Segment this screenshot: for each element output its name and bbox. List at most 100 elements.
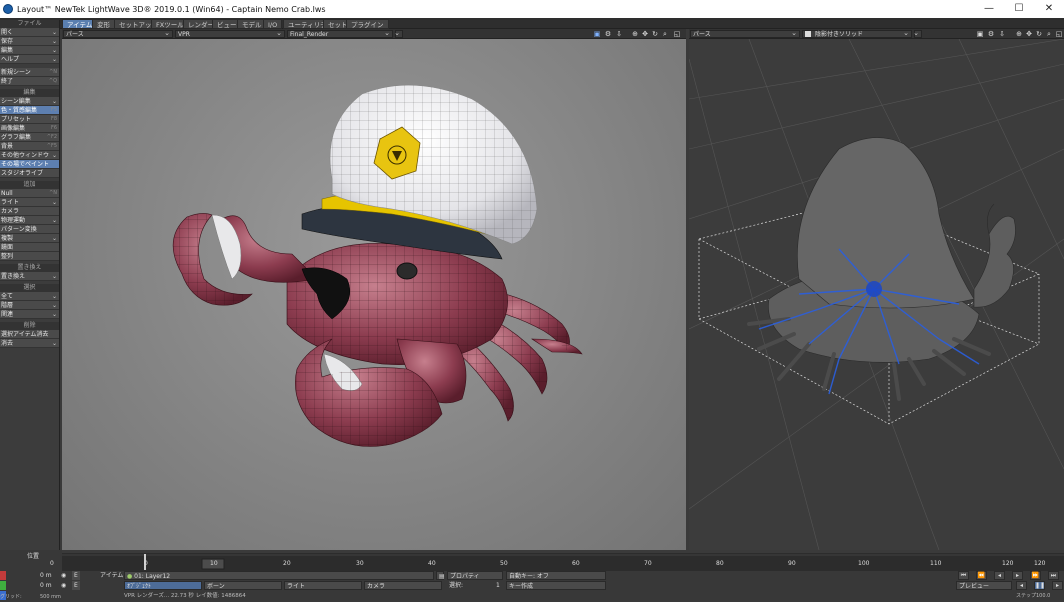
- viewport1-view-select[interactable]: パース: [63, 29, 173, 38]
- viewport2-extra-select[interactable]: [913, 29, 922, 38]
- edit-label: 編集: [1, 47, 14, 54]
- grid-size-value: 500 mm: [40, 594, 61, 600]
- help-button[interactable]: ヘルプ ⌄: [0, 55, 59, 64]
- paint-in-place-button[interactable]: その場でペイント: [0, 160, 59, 169]
- maximize-viewport-icon[interactable]: ◱: [1055, 30, 1063, 38]
- save-label: 保存: [1, 38, 14, 45]
- surface-editor-button[interactable]: 色・質感編集 F5: [0, 106, 59, 115]
- tab-modify[interactable]: 変形: [92, 19, 115, 29]
- surface-editor-label: 色・質感編集: [1, 107, 38, 114]
- viewport-vpr-render[interactable]: [62, 39, 686, 550]
- dynamics-button[interactable]: 物理運動 ⌄: [0, 216, 59, 225]
- maximize-viewport-icon[interactable]: ◱: [673, 30, 681, 38]
- other-windows-button[interactable]: その他ウィンドウ ⌄: [0, 151, 59, 160]
- create-key-button[interactable]: キー作成: [506, 581, 606, 590]
- select-related-button[interactable]: 関連 ⌄: [0, 310, 59, 319]
- clear-button[interactable]: 消去 ⌄: [0, 339, 59, 348]
- save-render-icon[interactable]: ⇩: [615, 30, 623, 38]
- camera-view-icon[interactable]: ▣: [976, 30, 984, 38]
- settings-gear-icon[interactable]: ⚙: [604, 30, 612, 38]
- pause-button[interactable]: ❚❚: [1034, 581, 1045, 590]
- envelope-e-button[interactable]: E: [72, 571, 80, 580]
- open-button[interactable]: 開く ⌄: [0, 28, 59, 37]
- timeline-slider[interactable]: 0 10 20 30 40 50 60 70 80 90 100 110 120…: [62, 553, 1064, 571]
- tab-io[interactable]: I/O: [263, 19, 283, 29]
- eye-icon[interactable]: ◉: [61, 581, 66, 590]
- y-axis-swatch: [0, 581, 6, 590]
- close-button[interactable]: ✕: [1034, 0, 1064, 18]
- envelope-e-button[interactable]: E: [72, 581, 80, 590]
- studio-live-button[interactable]: スタジオライブ: [0, 169, 59, 178]
- minimize-button[interactable]: —: [974, 0, 1004, 18]
- zoom-icon[interactable]: ⌕: [661, 30, 669, 38]
- pattern-convert-button[interactable]: パターン変換: [0, 225, 59, 234]
- render-preset-extra-select[interactable]: [394, 29, 403, 38]
- zoom-icon[interactable]: ⌕: [1045, 30, 1053, 38]
- maximize-button[interactable]: ☐: [1004, 0, 1034, 18]
- new-scene-button[interactable]: 新規シーン ^N: [0, 68, 59, 77]
- quit-button[interactable]: 終了 ^Q: [0, 77, 59, 86]
- select-all-button[interactable]: 全て ⌄: [0, 292, 59, 301]
- chevron-down-icon: ⌄: [51, 199, 57, 206]
- save-view-icon[interactable]: ⇩: [998, 30, 1006, 38]
- chevron-down-icon: ⌄: [51, 98, 57, 105]
- scene-editor-button[interactable]: シーン編集 ⌄: [0, 97, 59, 106]
- x-position-value[interactable]: 0 m: [40, 571, 52, 580]
- center-icon[interactable]: ⊕: [631, 30, 639, 38]
- center-icon[interactable]: ⊕: [1015, 30, 1023, 38]
- tab-plugins[interactable]: プラグイン: [346, 19, 389, 29]
- viewport1-mode-select[interactable]: VPR: [175, 29, 285, 38]
- select-hierarchy-button[interactable]: 階層 ⌄: [0, 301, 59, 310]
- studio-live-label: スタジオライブ: [1, 170, 44, 177]
- settings-gear-icon[interactable]: ⚙: [987, 30, 995, 38]
- backdrop-button[interactable]: 背景 ^F5: [0, 142, 59, 151]
- step-back-button[interactable]: ◂: [1016, 581, 1027, 590]
- add-null-button[interactable]: Null ^N: [0, 189, 59, 198]
- item-label: アイテム: [100, 572, 124, 579]
- image-editor-button[interactable]: 画像編集 F6: [0, 124, 59, 133]
- step-forward-button[interactable]: ▸: [1052, 581, 1063, 590]
- eye-icon[interactable]: ◉: [61, 571, 66, 580]
- objects-mode-button[interactable]: ｵﾌﾞｼﾞｪｸﾄ: [124, 581, 202, 590]
- prev-frame-button[interactable]: ◂: [994, 571, 1005, 580]
- presets-button[interactable]: プリセット F8: [0, 115, 59, 124]
- shortcut-label: ^N: [49, 190, 57, 196]
- backdrop-label: 背景: [1, 143, 14, 150]
- current-frame-value[interactable]: 0: [50, 560, 54, 567]
- next-key-button[interactable]: ⏩: [1030, 571, 1041, 580]
- current-item-select[interactable]: ● 01: Layer12: [124, 571, 434, 580]
- mirror-button[interactable]: 鏡面: [0, 243, 59, 252]
- rotate-view-icon[interactable]: ↻: [651, 30, 659, 38]
- align-button[interactable]: 整列: [0, 252, 59, 261]
- move-view-icon[interactable]: ✥: [641, 30, 649, 38]
- chevron-down-icon: ⌄: [51, 152, 57, 159]
- edit-menu-button[interactable]: 編集 ⌄: [0, 46, 59, 55]
- prev-key-button[interactable]: ⏪: [976, 571, 987, 580]
- clear-selected-button[interactable]: 選択アイテム消去: [0, 330, 59, 339]
- replace-button[interactable]: 置き換え ⌄: [0, 272, 59, 281]
- render-preset-select[interactable]: Final_Render: [287, 29, 393, 38]
- graph-editor-button[interactable]: グラフ編集 ^F2: [0, 133, 59, 142]
- preview-select[interactable]: プレビュー: [956, 581, 1012, 590]
- vpr-lock-icon[interactable]: ▣: [593, 30, 601, 38]
- add-camera-button[interactable]: カメラ: [0, 207, 59, 216]
- play-button[interactable]: ▸: [1012, 571, 1023, 580]
- viewport2-view-select[interactable]: パース: [690, 29, 800, 38]
- properties-button[interactable]: プロパティ: [447, 571, 503, 580]
- help-label: ヘルプ: [1, 56, 20, 63]
- y-position-value[interactable]: 0 m: [40, 581, 52, 590]
- move-view-icon[interactable]: ✥: [1025, 30, 1033, 38]
- viewport2-mode-select[interactable]: 陰影付きソリッド: [802, 29, 912, 38]
- auto-key-select[interactable]: 自動キー: オフ: [506, 571, 606, 580]
- rotate-view-icon[interactable]: ↻: [1035, 30, 1043, 38]
- lights-mode-button[interactable]: ライト: [284, 581, 362, 590]
- first-frame-button[interactable]: ⏮: [958, 571, 969, 580]
- save-button[interactable]: 保存 ⌄: [0, 37, 59, 46]
- cameras-mode-button[interactable]: カメラ: [364, 581, 442, 590]
- bones-mode-button[interactable]: ボーン: [204, 581, 282, 590]
- viewport-shaded-solid[interactable]: [689, 39, 1064, 550]
- clone-button[interactable]: 複製 ⌄: [0, 234, 59, 243]
- item-picker-icon[interactable]: ▤: [436, 571, 445, 580]
- last-frame-button[interactable]: ⏭: [1048, 571, 1059, 580]
- add-light-button[interactable]: ライト ⌄: [0, 198, 59, 207]
